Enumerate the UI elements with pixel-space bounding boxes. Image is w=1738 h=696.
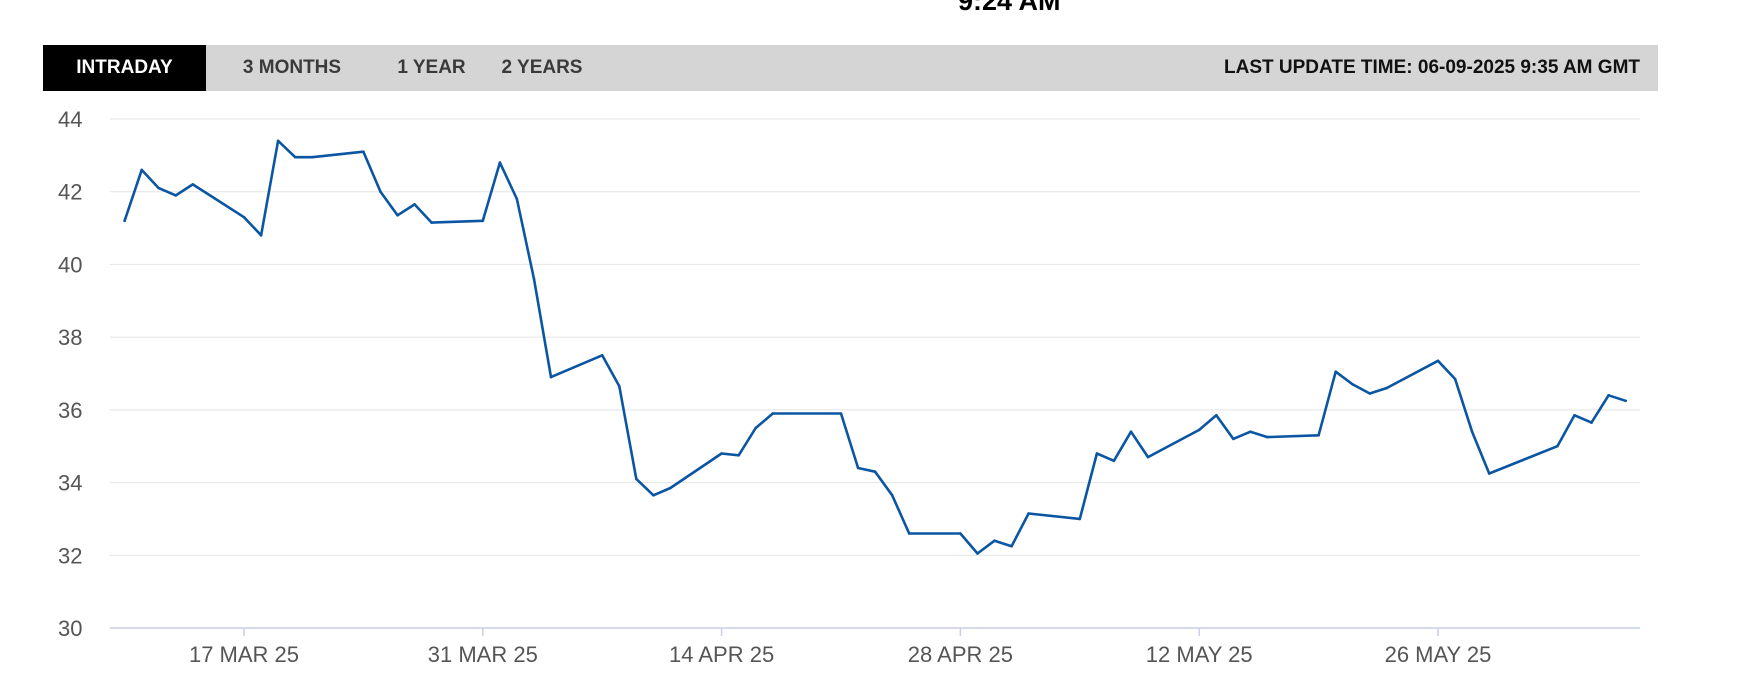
data-point	[976, 552, 979, 555]
data-point	[1470, 430, 1474, 434]
data-point	[379, 190, 382, 193]
data-point	[1573, 414, 1576, 417]
x-tick-label: 31 MAR 25	[428, 642, 538, 667]
data-point	[1266, 435, 1269, 439]
data-point	[1027, 512, 1030, 515]
data-point	[1232, 437, 1235, 441]
data-point	[498, 161, 502, 164]
data-point	[600, 354, 604, 357]
x-tick-label: 26 MAY 25	[1385, 642, 1492, 667]
y-axis-tick-labels: 30 32 34 36 38 40 42 44	[58, 107, 82, 641]
data-point	[890, 494, 894, 497]
data-point	[1385, 386, 1389, 390]
data-point	[140, 168, 143, 172]
data-point	[754, 426, 757, 430]
data-point	[259, 234, 263, 237]
data-point	[618, 384, 621, 388]
data-point	[1436, 359, 1440, 363]
data-point	[856, 466, 860, 470]
data-point	[242, 215, 246, 219]
data-point	[532, 277, 536, 281]
data-point	[737, 454, 740, 457]
data-point	[310, 155, 314, 159]
x-tick-label: 12 MAY 25	[1146, 642, 1253, 667]
chart-gridlines	[110, 118, 1640, 556]
data-point	[1129, 430, 1133, 434]
y-tick-label: 44	[58, 107, 82, 132]
data-point	[771, 412, 775, 415]
y-tick-label: 32	[58, 543, 82, 568]
y-tick-label: 36	[58, 398, 82, 423]
data-point	[635, 477, 638, 481]
data-point	[191, 183, 195, 186]
data-point	[276, 139, 280, 143]
price-line-chart: 30 32 34 36 38 40 42 44 17 MAR 25 31 MAR 25 14 AP…	[58, 107, 1640, 667]
data-point	[1624, 399, 1627, 403]
data-point	[1607, 394, 1610, 397]
y-tick-label: 42	[58, 180, 82, 205]
x-axis-ticks: 17 MAR 25 31 MAR 25 14 APR 25 28 APR 25 12 M…	[189, 628, 1491, 667]
data-point	[839, 412, 843, 415]
data-point	[1317, 434, 1320, 437]
data-point	[873, 470, 877, 474]
data-point	[1453, 377, 1457, 381]
data-point	[549, 375, 553, 379]
data-point	[413, 203, 416, 206]
x-tick-label: 17 MAR 25	[189, 642, 299, 667]
data-point	[174, 194, 178, 197]
y-tick-label: 34	[58, 471, 82, 496]
data-point	[1095, 452, 1099, 455]
data-point	[396, 214, 399, 217]
data-point	[1249, 430, 1252, 434]
data-point	[430, 221, 433, 224]
data-point	[959, 532, 962, 535]
data-point	[123, 219, 126, 223]
data-point	[1197, 428, 1201, 432]
x-tick-label: 14 APR 25	[669, 642, 774, 667]
data-point	[1556, 444, 1559, 448]
data-point	[1368, 392, 1372, 395]
series-line	[123, 139, 1627, 555]
y-tick-label: 40	[58, 252, 82, 277]
data-point	[652, 494, 655, 497]
data-point	[1146, 455, 1150, 459]
data-point	[362, 150, 365, 153]
data-point	[1351, 383, 1354, 386]
data-point	[669, 486, 672, 490]
data-point	[1215, 414, 1218, 417]
data-point	[1010, 544, 1013, 548]
data-point	[157, 186, 160, 190]
data-point	[293, 155, 297, 159]
data-point	[481, 219, 485, 223]
data-point	[1078, 517, 1082, 521]
y-tick-label: 30	[58, 616, 82, 641]
data-point	[515, 197, 519, 201]
data-point	[1487, 472, 1491, 475]
chart-series	[123, 139, 1627, 555]
data-point	[1112, 459, 1116, 463]
x-tick-label: 28 APR 25	[908, 642, 1013, 667]
y-tick-label: 38	[58, 325, 82, 350]
data-point	[1590, 421, 1593, 424]
data-point	[993, 539, 996, 542]
data-point	[720, 452, 723, 455]
data-point	[907, 532, 911, 535]
data-point	[1334, 370, 1337, 374]
